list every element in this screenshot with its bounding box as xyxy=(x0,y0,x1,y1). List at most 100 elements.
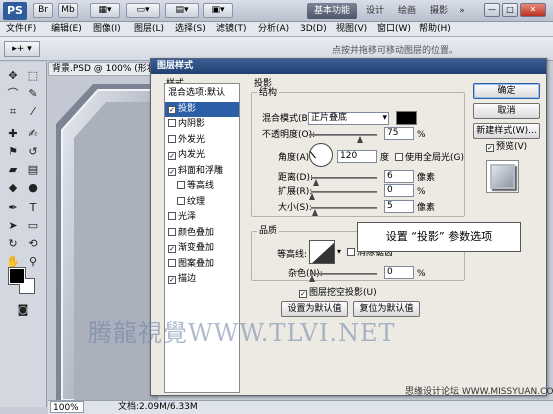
minibridge-button[interactable]: Mb xyxy=(58,3,78,18)
clone-stamp-tool-icon[interactable]: ⚑ xyxy=(4,144,22,159)
3d-orbit-tool-icon[interactable]: ⟲ xyxy=(24,236,42,251)
quick-mask-icon[interactable]: ◙ xyxy=(14,302,32,317)
checkbox-icon[interactable] xyxy=(168,227,176,236)
checkbox-icon[interactable] xyxy=(168,258,176,267)
distance-input[interactable]: 6 xyxy=(384,170,414,183)
menu-file[interactable]: 文件(F) xyxy=(6,23,36,36)
menu-view[interactable]: 视图(V) xyxy=(336,23,367,36)
workspace-design[interactable]: 设计 xyxy=(361,3,389,19)
brush-tool-icon[interactable]: ✍ xyxy=(24,126,42,141)
arrange-documents-dropdown[interactable]: ▤▾ xyxy=(165,3,199,18)
menu-image[interactable]: 图像(I) xyxy=(93,23,121,36)
noise-slider-track[interactable] xyxy=(311,273,377,275)
checked-checkbox-icon[interactable]: ✓ xyxy=(168,245,176,253)
contour-picker[interactable] xyxy=(309,240,335,264)
tool-preset-picker[interactable]: ▸+ ▾ xyxy=(4,41,40,57)
size-input[interactable]: 5 xyxy=(384,200,414,213)
history-brush-tool-icon[interactable]: ↺ xyxy=(24,144,42,159)
opacity-slider-track[interactable] xyxy=(309,134,377,136)
spread-input[interactable]: 0 xyxy=(384,184,414,197)
chevron-down-icon[interactable]: ▾ xyxy=(337,247,341,256)
workspace-essentials[interactable]: 基本功能 xyxy=(307,3,357,19)
style-list-item[interactable]: 等高线 xyxy=(165,179,239,194)
pen-tool-icon[interactable]: ✒ xyxy=(4,200,22,215)
move-tool-icon[interactable]: ✥ xyxy=(4,68,22,83)
zoom-level-field[interactable]: 100% xyxy=(50,401,84,413)
menu-analysis[interactable]: 分析(A) xyxy=(258,23,289,36)
size-label: 大小(S): xyxy=(278,203,312,213)
blur-tool-icon[interactable]: ◆ xyxy=(4,180,22,195)
maximize-button[interactable]: □ xyxy=(502,3,518,17)
blend-mode-select[interactable]: 正片叠底 ▾ xyxy=(308,112,389,125)
view-extras-dropdown[interactable]: ▦▾ xyxy=(90,3,120,18)
shape-tool-icon[interactable]: ▭ xyxy=(24,218,42,233)
menu-layer[interactable]: 图层(L) xyxy=(134,23,164,36)
style-list-item[interactable]: 纹理 xyxy=(165,195,239,210)
style-list-item[interactable]: ✓ 渐变叠加 xyxy=(165,241,239,256)
close-button[interactable]: ✕ xyxy=(520,3,546,17)
3d-rotate-tool-icon[interactable]: ↻ xyxy=(4,236,22,251)
style-list-item[interactable]: 颜色叠加 xyxy=(165,226,239,241)
marquee-tool-icon[interactable]: ⬚ xyxy=(24,68,42,83)
preview-checkbox[interactable]: ✓ 预览(V) xyxy=(486,141,527,153)
opacity-input[interactable]: 75 xyxy=(384,127,414,140)
document-tab[interactable]: 背景.PSD @ 100% (形状 xyxy=(48,62,158,76)
type-tool-icon[interactable]: T xyxy=(24,200,42,215)
checkbox-icon[interactable] xyxy=(168,212,176,220)
workspace-photography[interactable]: 摄影 xyxy=(425,3,453,19)
workspace-more-button[interactable]: » xyxy=(456,3,468,19)
size-slider-track[interactable] xyxy=(311,207,377,209)
menu-window[interactable]: 窗口(W) xyxy=(377,23,411,36)
style-list-item[interactable]: ✓ 斜面和浮雕 xyxy=(165,164,239,179)
style-list-item[interactable]: 图案叠加 xyxy=(165,257,239,272)
checked-checkbox-icon[interactable]: ✓ xyxy=(168,152,176,160)
style-list-item[interactable]: 混合选项:默认 xyxy=(165,86,239,101)
bridge-button[interactable]: Br xyxy=(33,3,53,18)
ok-button[interactable]: 确定 xyxy=(473,83,540,99)
workspace-painting[interactable]: 绘画 xyxy=(393,3,421,19)
angle-dial[interactable] xyxy=(309,143,333,167)
checked-checkbox-icon[interactable]: ✓ xyxy=(168,105,176,114)
style-list-item[interactable]: ✓ 投影 xyxy=(165,101,239,117)
noise-input[interactable]: 0 xyxy=(384,266,414,279)
screen-mode-dropdown[interactable]: ▣▾ xyxy=(203,3,233,18)
zoom-tool-icon[interactable]: ⚲ xyxy=(24,254,42,269)
hand-tool-icon[interactable]: ✋ xyxy=(4,254,22,269)
quick-select-tool-icon[interactable]: ✎ xyxy=(24,86,42,101)
checkbox-icon[interactable] xyxy=(168,134,176,143)
crop-tool-icon[interactable]: ⌗ xyxy=(4,104,22,119)
path-select-tool-icon[interactable]: ➤ xyxy=(4,218,22,233)
menu-filter[interactable]: 滤镜(T) xyxy=(216,23,247,36)
lasso-tool-icon[interactable]: ⌒ xyxy=(4,86,22,101)
dodge-tool-icon[interactable]: ● xyxy=(24,180,42,195)
gradient-tool-icon[interactable]: ▤ xyxy=(24,162,42,177)
cancel-button[interactable]: 取消 xyxy=(473,103,540,119)
spread-slider-track[interactable] xyxy=(311,191,377,193)
checkbox-icon[interactable] xyxy=(168,119,176,127)
menu-help[interactable]: 帮助(H) xyxy=(419,23,451,36)
checked-checkbox-icon[interactable]: ✓ xyxy=(168,167,176,176)
angle-input[interactable]: 120 xyxy=(337,150,377,163)
healing-brush-tool-icon[interactable]: ✚ xyxy=(4,126,22,141)
menu-edit[interactable]: 编辑(E) xyxy=(51,23,82,36)
style-list-item[interactable]: 光泽 xyxy=(165,210,239,225)
distance-slider-track[interactable] xyxy=(311,177,377,179)
shadow-color-swatch[interactable] xyxy=(396,111,417,125)
document-canvas[interactable] xyxy=(48,76,158,400)
checkbox-icon[interactable] xyxy=(177,181,185,189)
menu-select[interactable]: 选择(S) xyxy=(175,23,206,36)
menu-3d[interactable]: 3D(D) xyxy=(300,23,327,36)
checkbox-icon[interactable] xyxy=(177,196,185,205)
zoom-dropdown[interactable]: ▭▾ xyxy=(126,3,160,18)
new-style-button[interactable]: 新建样式(W)... xyxy=(473,123,540,139)
style-list-item[interactable]: 内阴影 xyxy=(165,117,239,132)
eyedropper-tool-icon[interactable]: ⁄ xyxy=(24,104,42,119)
global-light-checkbox[interactable]: 使用全局光(G) xyxy=(395,152,464,164)
style-list-item[interactable]: ✓ 内发光 xyxy=(165,148,239,163)
style-list-item[interactable]: ✓ 描边 xyxy=(165,272,239,287)
minimize-button[interactable]: — xyxy=(484,3,500,17)
checked-checkbox-icon[interactable]: ✓ xyxy=(168,276,176,284)
style-list-item[interactable]: 外发光 xyxy=(165,133,239,148)
knockout-checkbox[interactable]: ✓ 图层挖空投影(U) xyxy=(299,287,377,299)
eraser-tool-icon[interactable]: ▰ xyxy=(4,162,22,177)
